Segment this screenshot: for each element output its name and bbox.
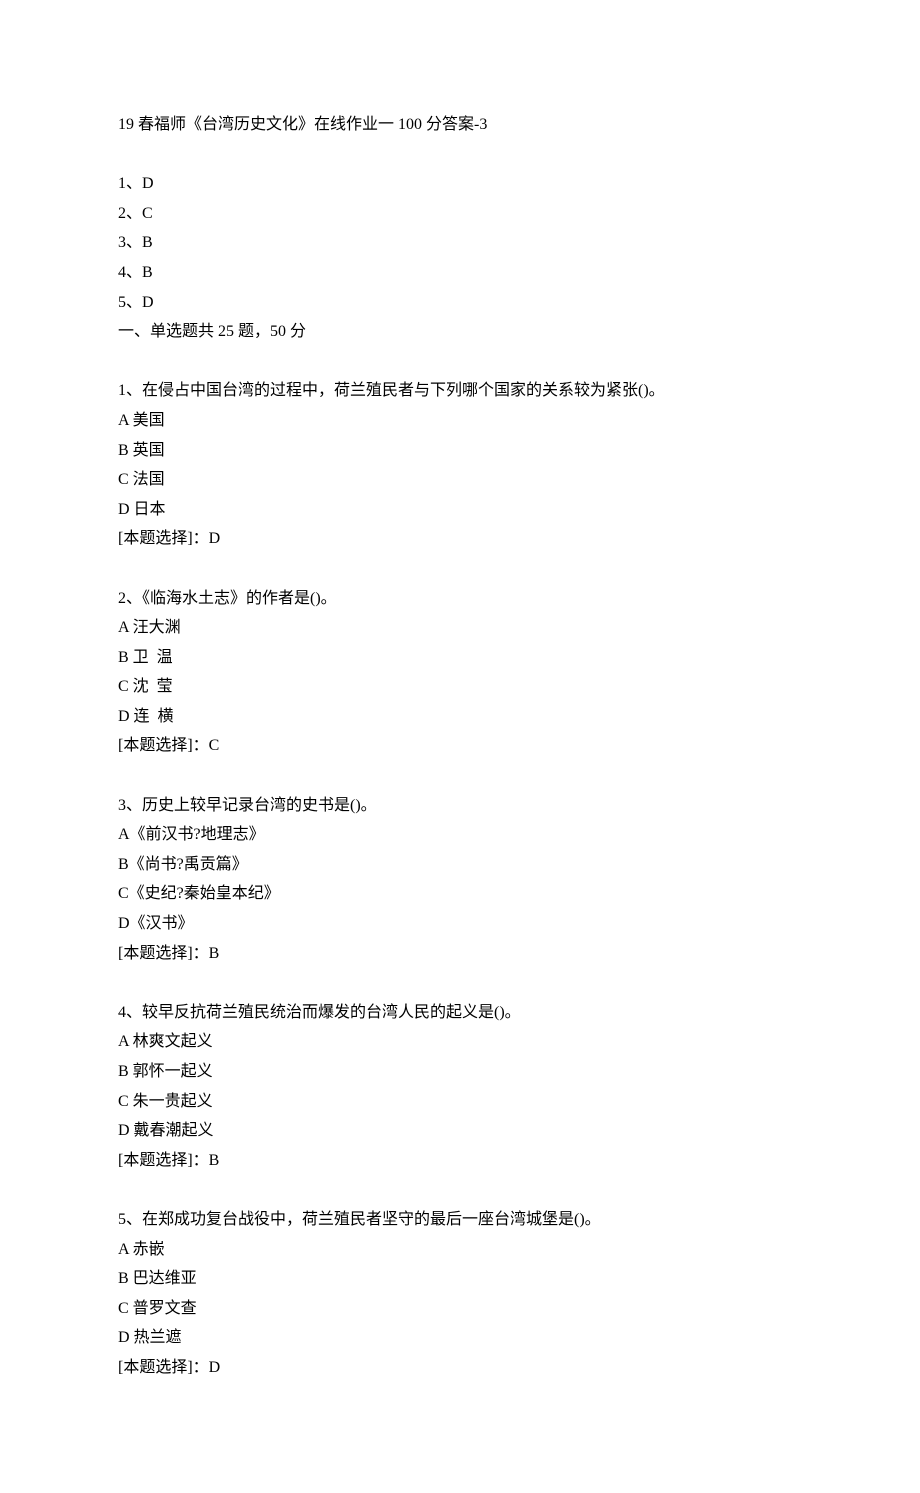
question-option: D 连 横 xyxy=(118,702,802,732)
question-answer: [本题选择]：B xyxy=(118,939,802,969)
answer-key-item: 1、D xyxy=(118,169,802,199)
question-option: A 林爽文起义 xyxy=(118,1027,802,1057)
question-option: D 日本 xyxy=(118,495,802,525)
question-option: C 朱一贵起义 xyxy=(118,1087,802,1117)
question-option: B 卫 温 xyxy=(118,643,802,673)
blank-line xyxy=(118,347,802,377)
question-option: B 郭怀一起义 xyxy=(118,1057,802,1087)
section-header: 一、单选题共 25 题，50 分 xyxy=(118,317,802,347)
document-title: 19 春福师《台湾历史文化》在线作业一 100 分答案-3 xyxy=(118,110,802,140)
blank-line xyxy=(118,968,802,998)
question-option: D 戴春潮起义 xyxy=(118,1116,802,1146)
blank-line xyxy=(118,140,802,170)
question-option: B 巴达维亚 xyxy=(118,1264,802,1294)
blank-line xyxy=(118,1175,802,1205)
question-answer: [本题选择]：C xyxy=(118,731,802,761)
blank-line xyxy=(118,554,802,584)
answer-key-item: 3、B xyxy=(118,228,802,258)
question-prompt: 1、在侵占中国台湾的过程中，荷兰殖民者与下列哪个国家的关系较为紧张()。 xyxy=(118,376,802,406)
question-option: A 赤嵌 xyxy=(118,1235,802,1265)
question-option: B《尚书?禹贡篇》 xyxy=(118,850,802,880)
question-option: A《前汉书?地理志》 xyxy=(118,820,802,850)
answer-key-item: 4、B xyxy=(118,258,802,288)
question-prompt: 5、在郑成功复台战役中，荷兰殖民者坚守的最后一座台湾城堡是()。 xyxy=(118,1205,802,1235)
answer-key-item: 5、D xyxy=(118,288,802,318)
question-prompt: 3、历史上较早记录台湾的史书是()。 xyxy=(118,791,802,821)
question-answer: [本题选择]：B xyxy=(118,1146,802,1176)
question-answer: [本题选择]：D xyxy=(118,1353,802,1383)
blank-line xyxy=(118,761,802,791)
question-option: D《汉书》 xyxy=(118,909,802,939)
question-prompt: 2、《临海水土志》的作者是()。 xyxy=(118,584,802,614)
question-option: B 英国 xyxy=(118,436,802,466)
question-option: C 普罗文查 xyxy=(118,1294,802,1324)
question-option: C《史纪?秦始皇本纪》 xyxy=(118,879,802,909)
question-option: A 美国 xyxy=(118,406,802,436)
answer-key-item: 2、C xyxy=(118,199,802,229)
question-prompt: 4、较早反抗荷兰殖民统治而爆发的台湾人民的起义是()。 xyxy=(118,998,802,1028)
question-option: C 沈 莹 xyxy=(118,672,802,702)
question-answer: [本题选择]：D xyxy=(118,524,802,554)
question-option: D 热兰遮 xyxy=(118,1323,802,1353)
question-option: C 法国 xyxy=(118,465,802,495)
question-option: A 汪大渊 xyxy=(118,613,802,643)
